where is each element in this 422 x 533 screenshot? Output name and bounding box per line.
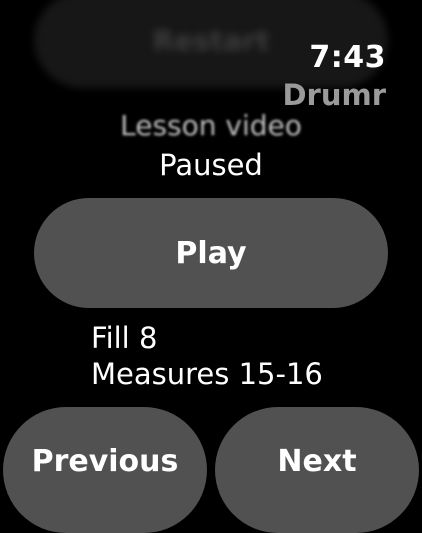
fill-name: Fill 8 [91, 321, 158, 355]
play-button[interactable]: Play [34, 198, 388, 308]
fill-measures: Measures 15-16 [91, 357, 323, 391]
app-name: Drumr [282, 78, 386, 112]
next-button[interactable]: Next [215, 407, 419, 533]
lesson-title: Lesson video [120, 109, 302, 142]
restart-label: Restart [152, 23, 270, 57]
fill-info: Fill 8 Measures 15-16 [91, 320, 323, 392]
clock-time: 7:43 [309, 40, 386, 75]
playback-state: Paused [159, 148, 263, 182]
previous-button[interactable]: Previous [3, 407, 207, 533]
